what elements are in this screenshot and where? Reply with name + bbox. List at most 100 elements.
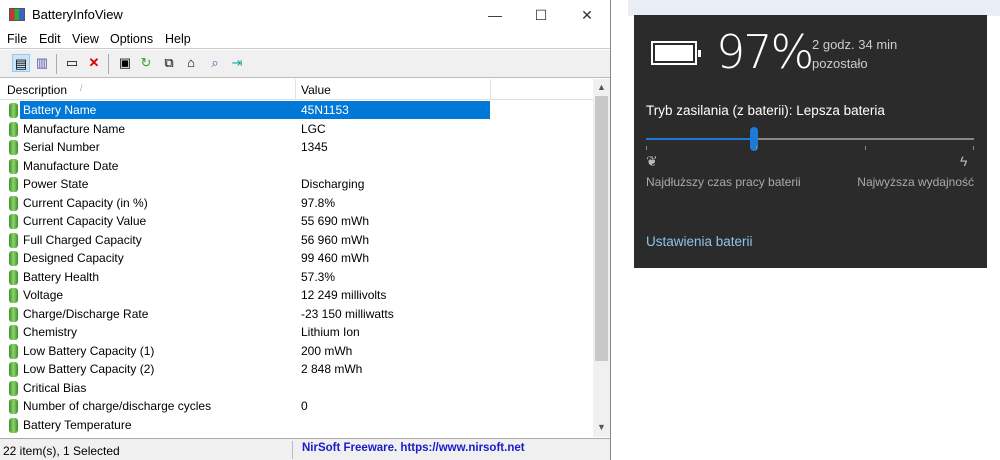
battery-icon (9, 195, 18, 211)
row-description: Current Capacity (in %) (23, 195, 148, 210)
battery-icon (9, 232, 18, 248)
battery-icon (9, 343, 18, 359)
save-icon[interactable]: ▣ (116, 54, 134, 72)
status-item-count: 22 item(s), 1 Selected (3, 444, 120, 458)
menu-edit[interactable]: Edit (39, 32, 61, 46)
menu-view[interactable]: View (72, 32, 99, 46)
scroll-down-icon[interactable]: ▼ (593, 422, 610, 432)
row-description: Serial Number (23, 140, 100, 154)
row-description: Chemistry (23, 325, 78, 339)
sort-arrow-icon: / (80, 83, 83, 93)
battery-icon (9, 103, 18, 118)
scroll-up-icon[interactable]: ▲ (593, 82, 610, 92)
battery-icon (9, 306, 18, 322)
table-row[interactable]: Battery Name 45N1153 (0, 101, 593, 120)
table-row[interactable]: Battery Temperature (0, 416, 593, 435)
battery-icon (9, 325, 18, 340)
table-row[interactable]: Manufacture Name LGC (0, 120, 593, 139)
battery-settings-link[interactable]: Ustawienia baterii (646, 234, 753, 249)
menu-options[interactable]: Options (110, 32, 153, 46)
table-row[interactable]: Low Battery Capacity (2) 2 848 mWh (0, 360, 593, 379)
table-row[interactable]: Low Battery Capacity (1) 200 mWh (0, 342, 593, 361)
battery-icon (9, 177, 18, 192)
column-header-description[interactable]: Description (7, 83, 67, 97)
time-remaining: 2 godz. 34 min pozostało (812, 35, 897, 73)
scrollbar-thumb[interactable] (595, 96, 608, 361)
row-value: 2 848 mWh (301, 362, 363, 376)
row-description: Voltage (23, 288, 64, 302)
battery-percent: 97% (716, 25, 814, 79)
table-row[interactable]: Charge/Discharge Rate -23 150 milliwatts (0, 305, 593, 324)
row-description: Critical Bias (23, 380, 87, 395)
exit-icon[interactable]: ⇥ (228, 54, 246, 72)
table-row[interactable]: Current Capacity (in %) 97.8% (0, 194, 593, 213)
copy-icon[interactable]: ⧉ (160, 54, 178, 72)
row-description: Battery Name (20, 101, 490, 119)
row-description: Low Battery Capacity (1) (23, 343, 155, 358)
row-value: 0 (301, 399, 308, 413)
row-description: Low Battery Capacity (2) (23, 362, 155, 376)
table-row[interactable]: Power State Discharging (0, 175, 593, 194)
battery-icon (9, 417, 18, 433)
table-row[interactable]: Voltage 12 249 millivolts (0, 286, 593, 305)
status-bar: 22 item(s), 1 Selected NirSoft Freeware.… (0, 438, 610, 460)
table-row[interactable]: Chemistry Lithium Ion (0, 323, 593, 342)
column-header-value[interactable]: Value (301, 83, 331, 97)
table-row[interactable]: Current Capacity Value 55 690 mWh (0, 212, 593, 231)
row-value: 12 249 millivolts (301, 288, 387, 302)
leaf-icon: ❦ (646, 153, 658, 169)
lightning-icon: ϟ (960, 153, 968, 169)
properties-window-icon[interactable]: ⌂ (182, 54, 200, 72)
row-description: Current Capacity Value (23, 214, 147, 228)
find-icon[interactable]: ⌕ (206, 54, 224, 72)
properties-icon[interactable]: ▤ (12, 54, 30, 72)
power-mode-slider[interactable] (646, 127, 974, 151)
menu-file[interactable]: File (7, 32, 27, 46)
row-description: Full Charged Capacity (23, 232, 142, 247)
row-value: 57.3% (301, 269, 336, 284)
time-remaining-label: pozostało (812, 56, 868, 71)
window-title: BatteryInfoView (32, 7, 123, 22)
row-description: Manufacture Name (23, 121, 126, 136)
delete-icon[interactable]: ✕ (85, 54, 103, 72)
vertical-scrollbar[interactable]: ▲ ▼ (593, 79, 610, 437)
row-value: 99 460 mWh (301, 251, 370, 265)
row-value: 56 960 mWh (301, 232, 370, 247)
battery-saver-label: Najdłuższy czas pracy baterii (646, 175, 801, 189)
table-row[interactable]: Serial Number 1345 (0, 138, 593, 157)
battery-icon (9, 380, 18, 396)
power-mode-label: Tryb zasilania (z baterii): Lepsza bater… (646, 103, 885, 118)
battery-icon (9, 251, 18, 266)
table-row[interactable]: Number of charge/discharge cycles 0 (0, 397, 593, 416)
minimize-button[interactable]: — (472, 0, 518, 30)
battery-info-list: Description / Value Battery Name 45N1153 M… (0, 79, 610, 437)
toolbar: ▤ ▥ ▭ ✕ ▣ ↻ ⧉ ⌂ ⌕ ⇥ (0, 50, 610, 78)
choose-columns-icon[interactable]: ▭ (63, 54, 81, 72)
maximize-button[interactable]: ☐ (518, 0, 564, 30)
row-value: 55 690 mWh (301, 214, 370, 228)
slider-thumb[interactable] (750, 127, 759, 151)
html-report-icon[interactable]: ▥ (33, 54, 51, 72)
table-row[interactable]: Battery Health 57.3% (0, 268, 593, 287)
row-value: 45N1153 (301, 103, 349, 117)
menu-bar: File Edit View Options Help (0, 30, 610, 49)
menu-help[interactable]: Help (165, 32, 191, 46)
time-remaining-value: 2 godz. 34 min (812, 37, 898, 52)
nirsoft-link[interactable]: NirSoft Freeware. https://www.nirsoft.ne… (302, 442, 525, 454)
table-row[interactable]: Full Charged Capacity 56 960 mWh (0, 231, 593, 250)
row-description: Number of charge/discharge cycles (23, 399, 212, 413)
table-row[interactable]: Designed Capacity 99 460 mWh (0, 249, 593, 268)
title-bar: BatteryInfoView — ☐ ✕ (0, 0, 610, 30)
battery-flyout: 97% 2 godz. 34 min pozostało Tryb zasila… (634, 15, 987, 268)
row-value: 1345 (301, 140, 328, 154)
battery-icon (9, 399, 18, 414)
battery-icon (9, 288, 18, 303)
table-row[interactable]: Critical Bias (0, 379, 593, 398)
row-value: 200 mWh (301, 343, 353, 358)
best-performance-label: Najwyższa wydajność (857, 175, 974, 189)
row-description: Power State (23, 177, 89, 191)
refresh-icon[interactable]: ↻ (137, 54, 155, 72)
list-header: Description / Value (0, 79, 593, 100)
close-button[interactable]: ✕ (564, 0, 610, 30)
table-row[interactable]: Manufacture Date (0, 157, 593, 176)
